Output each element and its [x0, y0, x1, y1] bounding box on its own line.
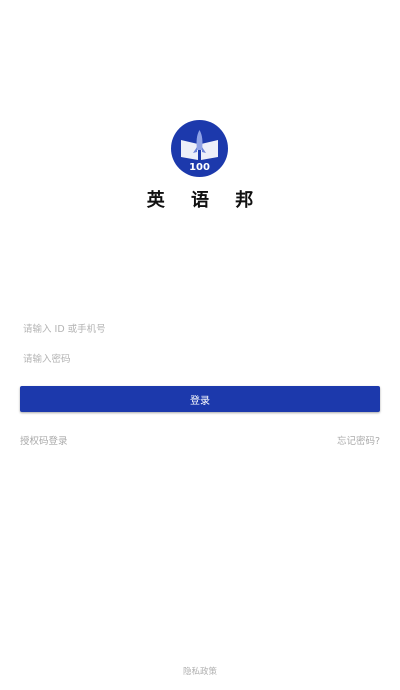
privacy-policy-link[interactable]: 隐私政策	[0, 665, 400, 677]
forgot-password-link[interactable]: 忘记密码?	[337, 433, 380, 447]
app-logo: 100	[171, 120, 228, 177]
id-or-phone-input[interactable]	[20, 318, 380, 340]
app-name: 英 语 邦	[146, 190, 264, 211]
auth-code-login-link[interactable]: 授权码登录	[20, 433, 68, 447]
login-button[interactable]: 登录	[20, 386, 380, 412]
book-rocket-icon: 100	[171, 120, 228, 177]
logo-number: 100	[189, 162, 210, 173]
password-input[interactable]	[20, 348, 380, 370]
